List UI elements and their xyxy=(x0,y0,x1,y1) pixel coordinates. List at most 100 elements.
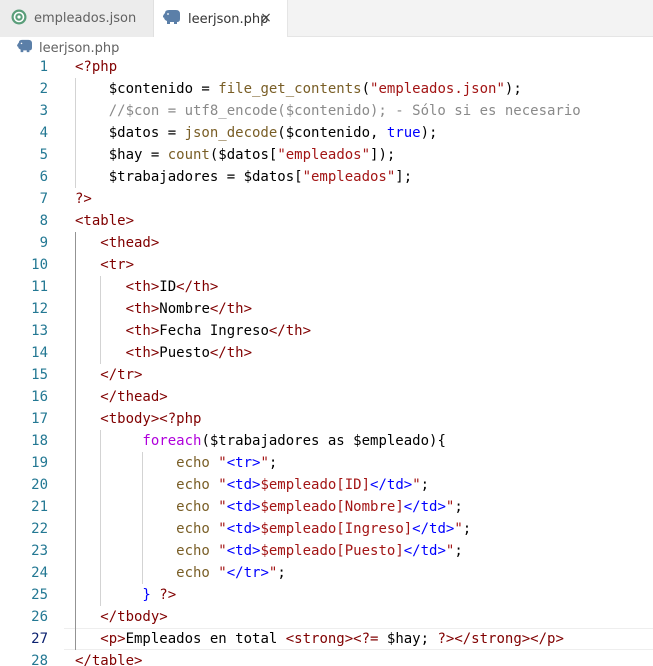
line-number: 5 xyxy=(39,147,48,163)
code-token: Fecha Ingreso xyxy=(159,323,269,339)
code-line[interactable]: 22 echo "<td>$empleado[Ingreso]</td>"; xyxy=(0,518,653,540)
code-token: ID xyxy=(159,279,177,295)
code-text: <?php xyxy=(75,57,117,78)
code-token: $datos = xyxy=(75,125,185,141)
line-number: 26 xyxy=(31,609,48,625)
code-token: json_decode xyxy=(184,125,278,141)
code-token: echo xyxy=(75,521,219,537)
code-text: echo "<td>$empleado[ID]</td>"; xyxy=(75,474,429,496)
code-token: Empleados en total xyxy=(125,631,286,647)
code-token: </tr> xyxy=(75,367,143,383)
code-text: foreach($trabajadores as $empleado){ xyxy=(75,430,446,452)
code-line[interactable]: 5 $hay = count($datos["empleados"]); xyxy=(0,144,653,166)
code-line[interactable]: 13 <th>Fecha Ingreso</th> xyxy=(0,320,653,342)
code-token: <td> xyxy=(226,543,261,559)
code-line[interactable]: 24 echo "</tr>"; xyxy=(0,562,653,584)
code-line[interactable]: 3 //$con = utf8_encode($contenido); - Só… xyxy=(0,100,653,122)
code-line[interactable]: 7 ?> xyxy=(0,188,653,210)
code-token: $hay = xyxy=(75,147,168,163)
code-text: </tbody> xyxy=(75,606,168,628)
line-number: 27 xyxy=(31,631,48,647)
code-line[interactable]: 17 <tbody><?php xyxy=(0,408,653,430)
tab-bar: empleados.json leerjson.php × xyxy=(0,0,653,38)
code-token: </tbody> xyxy=(75,609,168,625)
code-token: " xyxy=(260,455,269,471)
code-token: ?> xyxy=(75,191,92,207)
indent-guide xyxy=(142,452,144,584)
code-line[interactable]: 20 echo "<td>$empleado[ID]</td>"; xyxy=(0,474,653,496)
code-line[interactable]: 9 <thead> xyxy=(0,232,653,254)
code-token: true xyxy=(386,125,421,141)
code-token: " xyxy=(218,565,227,581)
code-token: ; xyxy=(454,543,463,559)
code-text: <p>Empleados en total <strong><?= $hay; … xyxy=(75,628,564,650)
code-token: " xyxy=(412,477,421,493)
code-line[interactable]: 16 </thead> xyxy=(0,386,653,408)
code-line[interactable]: 14 <th>Puesto</th> xyxy=(0,342,653,364)
code-token: "empleados.json" xyxy=(370,81,505,97)
line-number: 24 xyxy=(31,565,48,581)
code-token: //$con = utf8_encode($contenido); - Sólo… xyxy=(75,103,581,119)
code-token: </th> xyxy=(268,323,312,339)
code-line[interactable]: 27 <p>Empleados en total <strong><?= $ha… xyxy=(0,628,653,650)
code-text: $contenido = file_get_contents("empleado… xyxy=(75,78,522,100)
code-token: $empleado[Puesto] xyxy=(260,543,404,559)
code-line[interactable]: 10 <tr> xyxy=(0,254,653,276)
code-token: " xyxy=(218,543,227,559)
code-line[interactable]: 23 echo "<td>$empleado[Puesto]</td>"; xyxy=(0,540,653,562)
code-line[interactable]: 8 <table> xyxy=(0,210,653,232)
code-line[interactable]: 2 $contenido = file_get_contents("emplea… xyxy=(0,78,653,100)
line-number: 2 xyxy=(39,81,48,97)
code-line[interactable]: 15 </tr> xyxy=(0,364,653,386)
tab-leerjson-php[interactable]: leerjson.php × xyxy=(154,0,288,38)
code-token: $contenido = xyxy=(75,81,219,97)
code-token: </thead> xyxy=(75,389,168,405)
close-icon[interactable]: × xyxy=(257,9,275,27)
code-line[interactable]: 12 <th>Nombre</th> xyxy=(0,298,653,320)
code-token: <td> xyxy=(226,521,261,537)
code-line[interactable]: 1 <?php xyxy=(0,57,653,78)
code-token: <th> xyxy=(75,279,160,295)
code-editor[interactable]: 1 <?php 2 $contenido = file_get_contents("… xyxy=(0,57,653,666)
code-text: echo "<td>$empleado[Ingreso]</td>"; xyxy=(75,518,471,540)
code-token: " xyxy=(218,521,227,537)
json-file-icon xyxy=(10,8,28,30)
line-number: 17 xyxy=(31,411,48,427)
code-token: <th> xyxy=(75,301,160,317)
code-token: count xyxy=(167,147,210,163)
code-token: ($trabajadores as $empleado){ xyxy=(201,433,446,449)
code-text: <th>Fecha Ingreso</th> xyxy=(75,320,311,342)
code-token: foreach xyxy=(75,433,202,449)
code-line[interactable]: 25 } ?> xyxy=(0,584,653,606)
code-text: <th>ID</th> xyxy=(75,276,219,298)
code-line[interactable]: 26 </tbody> xyxy=(0,606,653,628)
code-text: </tr> xyxy=(75,364,142,386)
code-line[interactable]: 21 echo "<td>$empleado[Nombre]</td>"; xyxy=(0,496,653,518)
code-token: <tr> xyxy=(226,455,261,471)
tab-empleados-json[interactable]: empleados.json xyxy=(0,0,154,37)
code-line[interactable]: 18 foreach($trabajadores as $empleado){ xyxy=(0,430,653,452)
line-number: 25 xyxy=(31,587,48,603)
code-text: <table> xyxy=(75,210,134,232)
code-token: <?= xyxy=(353,631,387,647)
breadcrumb-file-label[interactable]: leerjson.php xyxy=(39,41,119,56)
code-token: echo xyxy=(75,499,219,515)
code-line[interactable]: 28 </table> xyxy=(0,650,653,666)
code-line[interactable]: 19 echo "<tr>"; xyxy=(0,452,653,474)
code-line[interactable]: 6 $trabajadores = $datos["empleados"]; xyxy=(0,166,653,188)
code-token: <td> xyxy=(226,477,261,493)
code-text: $trabajadores = $datos["empleados"]; xyxy=(75,166,412,188)
code-token: } xyxy=(75,587,160,603)
code-text: ?> xyxy=(75,188,92,210)
line-number: 9 xyxy=(39,235,48,251)
code-line[interactable]: 11 <th>ID</th> xyxy=(0,276,653,298)
code-token: "empleados" xyxy=(277,147,371,163)
line-number: 28 xyxy=(31,653,48,666)
indent-guide xyxy=(75,232,76,650)
code-token: ?> xyxy=(159,587,177,603)
code-token: ; xyxy=(462,521,472,537)
line-number: 18 xyxy=(31,433,48,449)
code-token: ?> xyxy=(437,631,455,647)
code-token: ($contenido, xyxy=(277,125,387,141)
code-line[interactable]: 4 $datos = json_decode($contenido, true)… xyxy=(0,122,653,144)
